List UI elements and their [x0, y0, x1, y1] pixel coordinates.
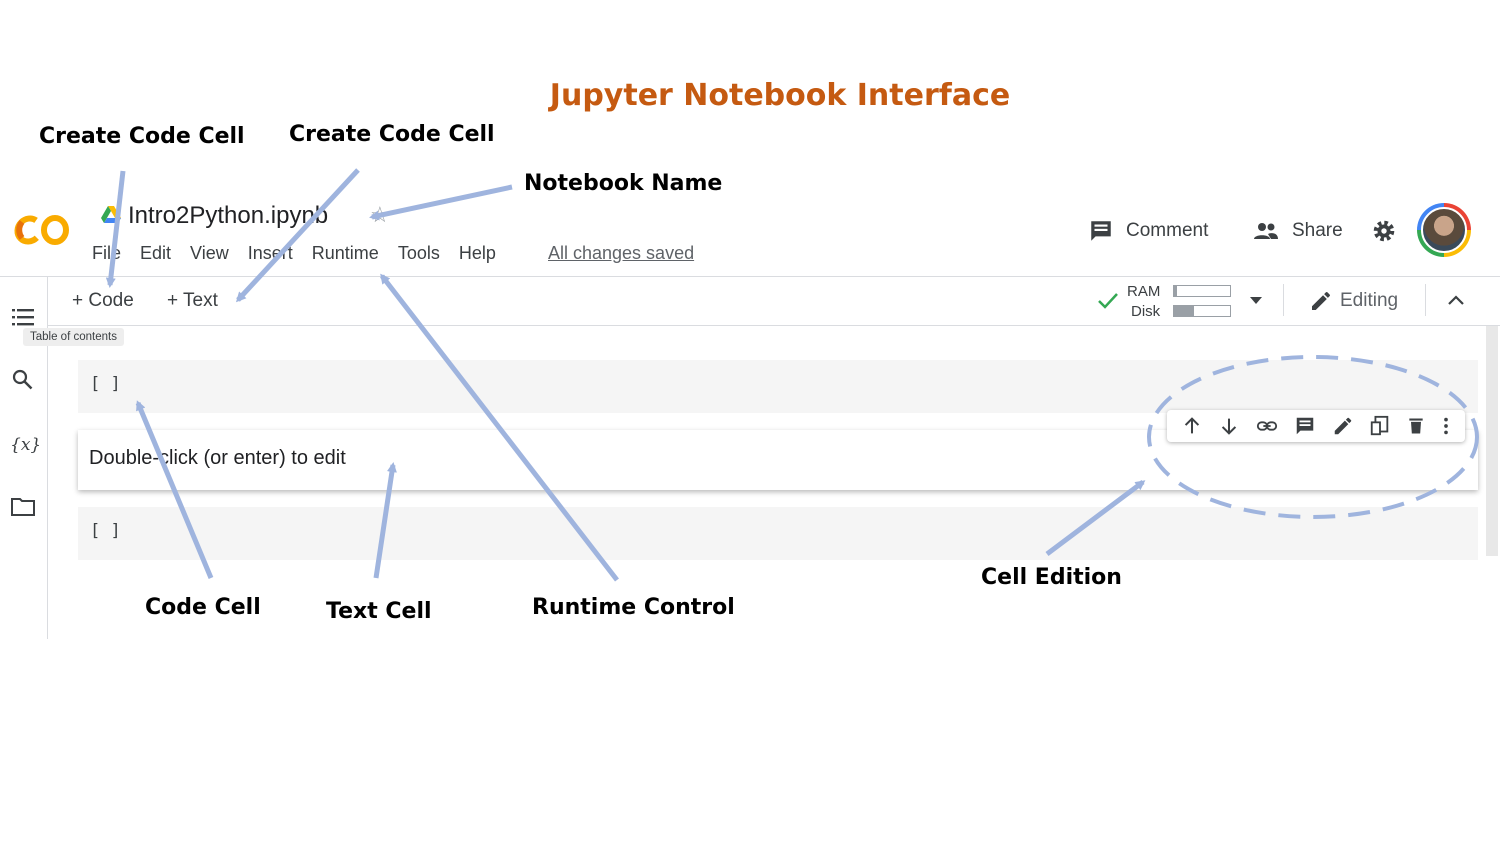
- code-cell-2[interactable]: [ ]: [78, 507, 1478, 560]
- menu-tools[interactable]: Tools: [398, 243, 440, 264]
- annotation-cell-edition: Cell Edition: [981, 565, 1122, 590]
- sidebar-tooltip: Table of contents: [23, 328, 124, 346]
- annotation-create-code-cell: Create Code Cell: [39, 124, 245, 149]
- disk-usage-bar: [1173, 305, 1231, 317]
- search-icon[interactable]: [12, 369, 34, 391]
- people-icon: [1254, 223, 1278, 239]
- menu-insert[interactable]: Insert: [248, 243, 293, 264]
- connected-check-icon: [1098, 293, 1118, 309]
- slide-title: Jupyter Notebook Interface: [549, 78, 1011, 113]
- save-status[interactable]: All changes saved: [548, 243, 694, 264]
- files-folder-icon[interactable]: [11, 497, 35, 517]
- star-icon[interactable]: ☆: [370, 202, 390, 228]
- arrow-to-notebook-name: [369, 184, 513, 221]
- menu-view[interactable]: View: [190, 243, 229, 264]
- annotation-create-code-cell-2: Create Code Cell: [289, 122, 495, 147]
- toolbar-divider: [47, 325, 1500, 326]
- ram-label: RAM: [1127, 283, 1161, 300]
- add-code-cell-button[interactable]: + Code: [72, 290, 134, 312]
- add-text-cell-button[interactable]: + Text: [167, 290, 218, 312]
- notebook-name[interactable]: Intro2Python.ipynb: [128, 202, 328, 230]
- disk-label: Disk: [1131, 303, 1161, 320]
- menu-help[interactable]: Help: [459, 243, 496, 264]
- text-cell-placeholder: Double-click (or enter) to edit: [89, 447, 346, 469]
- annotation-notebook-name: Notebook Name: [524, 171, 723, 196]
- toolbar-separator: [1283, 284, 1284, 316]
- scrollbar[interactable]: [1486, 326, 1498, 556]
- runtime-dropdown-icon[interactable]: [1249, 295, 1263, 305]
- editing-mode-button[interactable]: Editing: [1340, 290, 1398, 312]
- comment-label: Comment: [1126, 220, 1209, 241]
- toolbar-separator-2: [1425, 284, 1426, 316]
- arrow-down-icon[interactable]: [1218, 415, 1240, 437]
- google-drive-icon: [101, 206, 121, 223]
- share-label: Share: [1292, 220, 1343, 241]
- annotation-code-cell: Code Cell: [145, 595, 261, 620]
- comment-icon[interactable]: [1294, 415, 1316, 437]
- svg-text:{x}: {x}: [10, 435, 39, 455]
- arrow-to-add-code: [105, 170, 126, 288]
- menu-runtime[interactable]: Runtime: [312, 243, 379, 264]
- header-divider: [0, 276, 1500, 277]
- menu-edit[interactable]: Edit: [140, 243, 171, 264]
- collapse-header-icon[interactable]: [1447, 293, 1465, 307]
- mirror-cell-icon[interactable]: [1369, 415, 1391, 437]
- code-cell-1[interactable]: [ ]: [78, 360, 1478, 413]
- link-icon[interactable]: [1255, 415, 1279, 437]
- more-vert-icon[interactable]: [1441, 415, 1451, 437]
- colab-logo[interactable]: [14, 210, 72, 250]
- comment-button[interactable]: Comment: [1088, 218, 1208, 244]
- edit-icon[interactable]: [1332, 415, 1354, 437]
- menu-bar: File Edit View Insert Runtime Tools Help: [92, 243, 496, 264]
- pencil-icon: [1312, 291, 1331, 310]
- table-of-contents-icon[interactable]: [11, 306, 35, 328]
- delete-icon[interactable]: [1406, 415, 1426, 437]
- arrow-up-icon[interactable]: [1181, 415, 1203, 437]
- settings-gear-icon[interactable]: [1371, 218, 1397, 244]
- ram-usage-bar: [1173, 285, 1231, 297]
- menu-file[interactable]: File: [92, 243, 121, 264]
- annotation-runtime-control: Runtime Control: [532, 595, 735, 620]
- user-avatar[interactable]: [1417, 203, 1471, 257]
- annotation-text-cell: Text Cell: [326, 599, 432, 624]
- cell-toolbar: [1167, 410, 1465, 442]
- share-button[interactable]: Share: [1252, 218, 1343, 244]
- variables-icon[interactable]: {x}: [9, 432, 39, 456]
- comment-icon: [1091, 221, 1111, 241]
- code-cell-prompt[interactable]: [ ]: [90, 374, 121, 394]
- arrow-to-add-text: [235, 168, 360, 303]
- code-cell-prompt-2[interactable]: [ ]: [90, 521, 121, 541]
